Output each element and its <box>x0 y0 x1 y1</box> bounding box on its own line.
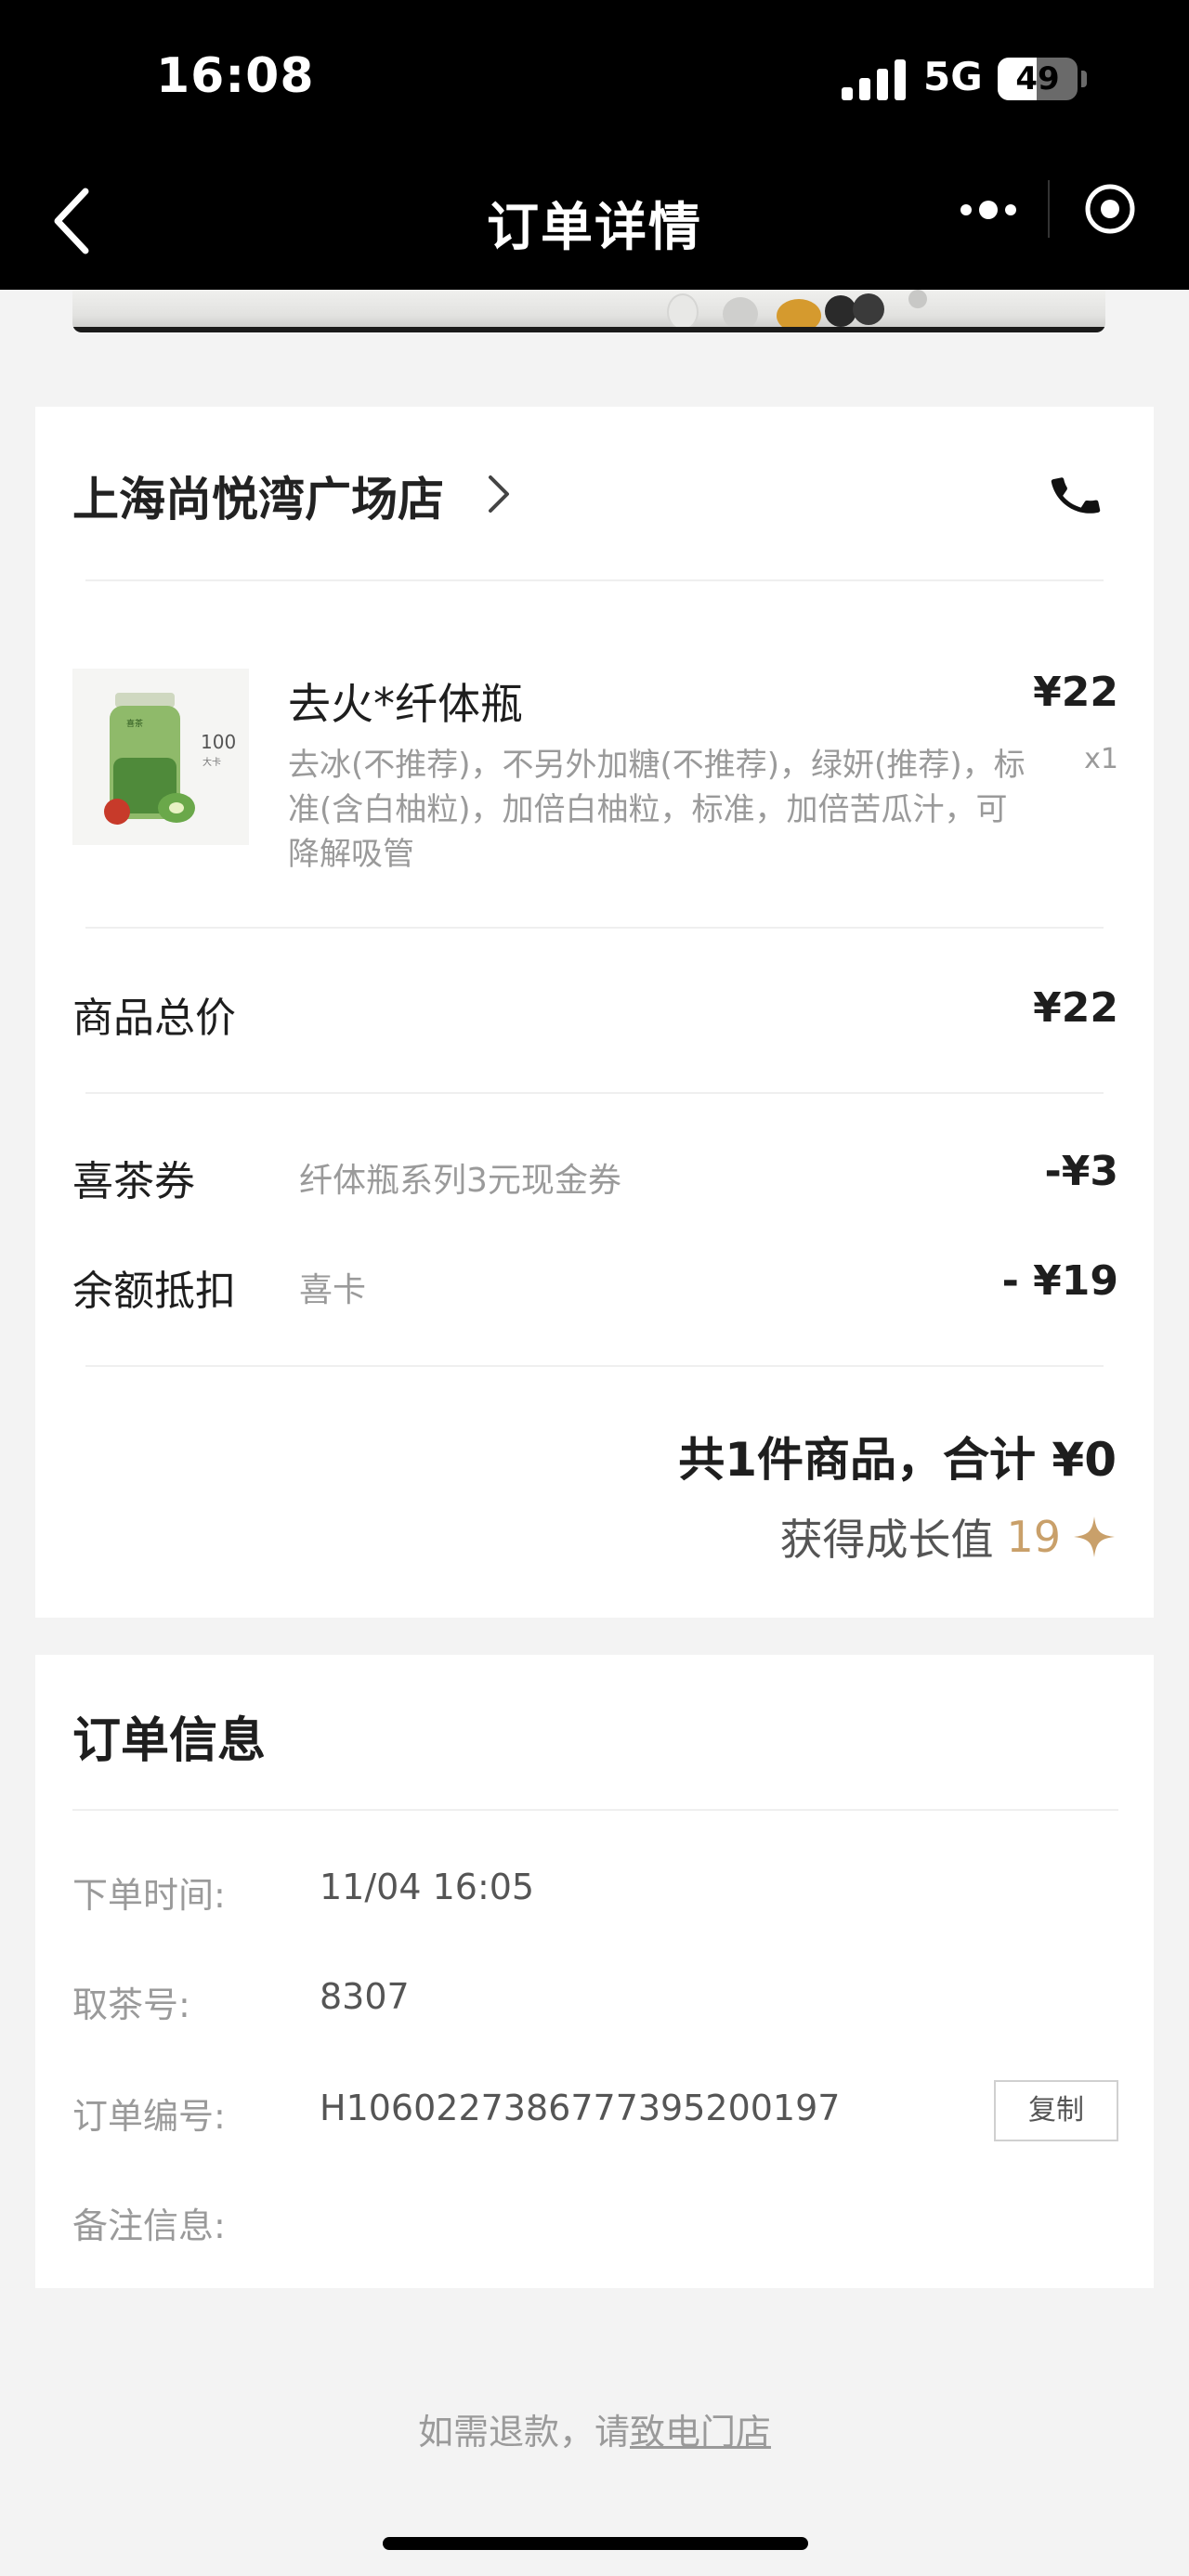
coupon-detail: 纤体瓶系列3元现金券 <box>299 1162 621 1200</box>
remark-label: 备注信息: <box>72 2205 226 2246</box>
growth-label: 获得成长值 <box>779 1515 994 1565</box>
pickup-number-label: 取茶号: <box>72 1984 190 2025</box>
order-card: 上海尚悦湾广场店 喜茶 100 大卡 去火*纤体瓶 ¥22 x1 去冰(不推荐)… <box>35 407 1154 1618</box>
copy-button[interactable]: 复制 <box>994 2080 1118 2141</box>
growth-points: 获得成长值 19 <box>779 1506 1117 1568</box>
top-bar: 16:08 5G 49 订单详情 <box>0 0 1189 290</box>
banner-decoration <box>723 297 758 331</box>
order-number-value: H1060227386777395200197 <box>320 2088 841 2128</box>
subtotal-label: 商品总价 <box>72 995 236 1042</box>
refund-note: 如需退款，请致电门店 <box>0 2403 1189 2454</box>
network-type: 5G <box>923 54 983 99</box>
capsule-divider <box>1048 180 1050 238</box>
product-image: 喜茶 100 大卡 <box>72 669 249 845</box>
order-info-title: 订单信息 <box>72 1713 267 1769</box>
order-time-label: 下单时间: <box>72 1875 226 1916</box>
sparkle-icon <box>1074 1516 1115 1557</box>
product-options: 去冰(不推荐)，不另外加糖(不推荐)，绿妍(推荐)，标准(含白柚粒)，加倍白柚粒… <box>288 747 1026 873</box>
divider <box>85 927 1104 929</box>
balance-label: 余额抵扣 <box>72 1268 236 1315</box>
signal-icon <box>842 59 906 100</box>
close-miniprogram-icon[interactable] <box>1081 180 1139 238</box>
battery-level: 49 <box>1015 60 1060 98</box>
order-info-card: 订单信息 下单时间: 11/04 16:05 取茶号: 8307 订单编号: H… <box>35 1655 1154 2288</box>
coupon-label: 喜茶券 <box>72 1158 195 1205</box>
status-time: 16:08 <box>156 48 315 104</box>
divider <box>85 579 1104 581</box>
product-photo: 喜茶 100 大卡 <box>72 669 249 845</box>
call-store-link[interactable]: 致电门店 <box>630 2412 771 2452</box>
battery-icon: 49 <box>998 58 1078 100</box>
product-name: 去火*纤体瓶 <box>288 679 523 729</box>
coupon-value: -¥3 <box>1044 1148 1119 1195</box>
banner-decoration <box>908 290 927 308</box>
divider <box>85 1092 1104 1094</box>
banner-edge <box>72 327 1105 332</box>
more-icon[interactable] <box>957 191 1022 228</box>
pickup-number-value: 8307 <box>320 1976 410 2017</box>
banner-decoration <box>667 293 699 331</box>
home-indicator[interactable] <box>383 2537 808 2550</box>
battery-cap <box>1081 71 1087 87</box>
balance-detail: 喜卡 <box>299 1271 367 1309</box>
product-quantity: x1 <box>1084 743 1118 775</box>
phone-icon[interactable] <box>1048 468 1104 524</box>
store-name[interactable]: 上海尚悦湾广场店 <box>72 462 444 529</box>
growth-value: 19 <box>1006 1512 1061 1562</box>
order-total: 共1件商品，合计 ¥0 <box>678 1433 1117 1487</box>
product-price: ¥22 <box>1033 669 1118 716</box>
product-image-calories: 100 <box>201 731 236 753</box>
chevron-right-icon[interactable] <box>485 472 513 516</box>
banner-decoration <box>825 295 856 327</box>
banner-decoration <box>853 293 884 325</box>
order-time-value: 11/04 16:05 <box>320 1867 535 1907</box>
order-number-label: 订单编号: <box>72 2096 226 2137</box>
balance-value: - ¥19 <box>1001 1257 1118 1305</box>
divider <box>85 1365 1104 1367</box>
divider <box>72 1809 1118 1811</box>
product-image-brand: 喜茶 <box>126 718 143 729</box>
banner-image <box>72 290 1105 332</box>
refund-prefix: 如需退款，请 <box>417 2412 630 2452</box>
product-image-calorie-unit: 大卡 <box>203 756 221 768</box>
subtotal-value: ¥22 <box>1033 984 1118 1032</box>
